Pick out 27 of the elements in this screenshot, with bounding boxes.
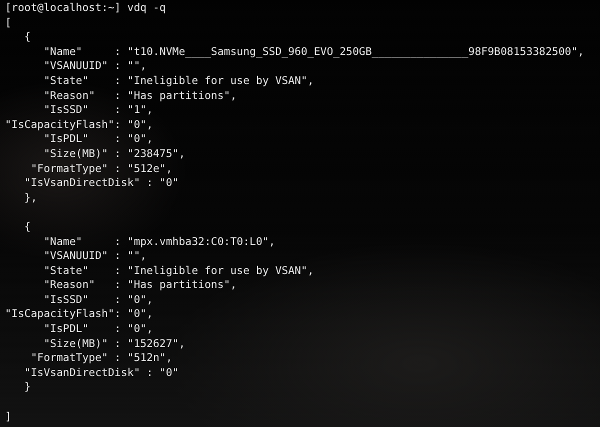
terminal-line: "IsVsanDirectDisk" : "0" [23,366,179,379]
terminal-line: [ [5,16,12,29]
terminal-line: "IsPDL" : "0", [42,322,153,336]
terminal-line: "Name" : "mpx.vmhba32:C0:T0:L0", [42,234,276,248]
terminal-line: "Size(MB)" : "238475", [42,146,186,160]
terminal-line: "Reason" : "Has partitions", [42,278,237,292]
terminal-line: [root@localhost:~] vdq -q [5,1,166,14]
terminal-line: "VSANUUID" : "", [42,249,147,262]
terminal-line: } [23,380,31,394]
terminal-line: }, [23,190,38,204]
terminal-line: "State" : "Ineligible for use by VSAN", [42,264,314,277]
terminal-line: "Size(MB)" : "152627", [42,336,186,350]
terminal-line: "FormatType" : "512e", [30,162,172,175]
terminal-line: "IsCapacityFlash": "0", [5,118,153,131]
terminal-line: "Name" : "t10.NVMe____Samsung_SSD_960_EVO_250GB_______________98F9B08153382500", [42,44,584,58]
terminal-line: "VSANUUID" : "", [42,59,147,72]
terminal-line: "IsPDL" : "0", [42,132,153,146]
terminal-line: "IsCapacityFlash": "0", [5,307,153,320]
terminal-line: "IsVsanDirectDisk" : "0" [23,176,179,190]
terminal-line: "Reason" : "Has partitions", [42,88,237,102]
terminal-line: "FormatType" : "512n", [30,351,172,364]
terminal-line: { [23,30,31,44]
terminal-line: "IsSSD" : "0", [42,292,153,306]
terminal-line: "State" : "Ineligible for use by VSAN", [42,74,314,87]
terminal-line: "IsSSD" : "1", [42,103,153,116]
terminal-line: { [23,220,31,233]
terminal-line: ] [5,410,12,423]
